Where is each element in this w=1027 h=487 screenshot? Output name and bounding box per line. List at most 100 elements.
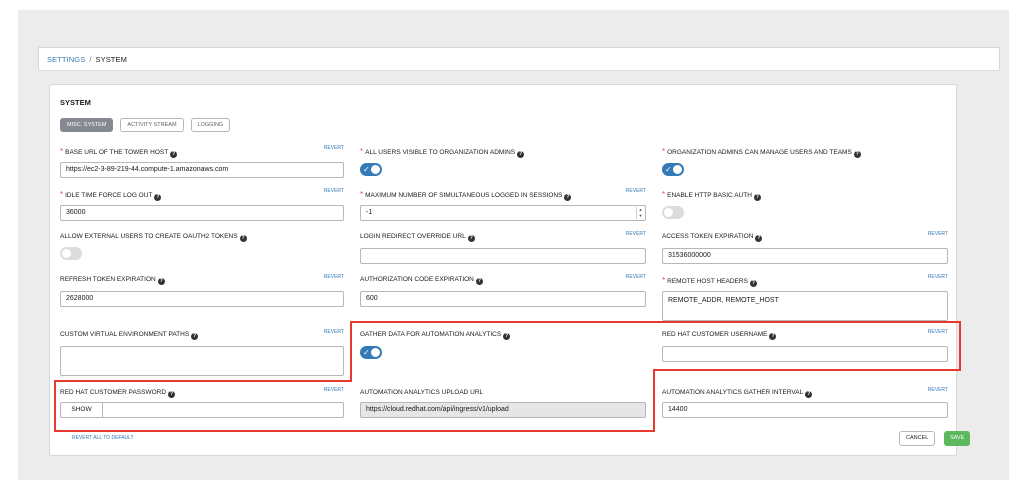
highlight-outline-top — [350, 321, 961, 371]
tab-misc-system[interactable]: MISC. SYSTEM — [60, 118, 114, 132]
field-base-url: * BASE URL OF THE TOWER HOST? REVERT http… — [60, 145, 344, 181]
field-max-sessions: * MAXIMUM NUMBER OF SIMULTANEOUS LOGGED I… — [360, 188, 646, 224]
field-login-redirect: LOGIN REDIRECT OVERRIDE URL? REVERT — [360, 231, 646, 267]
breadcrumb-separator: / — [89, 55, 92, 64]
field-refresh-token-exp: REFRESH TOKEN EXPIRATION? REVERT 2628000 — [60, 274, 344, 310]
field-label: REMOTE HOST HEADERS — [667, 278, 748, 285]
field-idle-logout: * IDLE TIME FORCE LOG OUT? REVERT 36000 — [60, 188, 344, 224]
max-sessions-input[interactable]: -1 ▲ ▼ — [360, 205, 646, 221]
save-button[interactable]: SAVE — [944, 431, 971, 446]
field-label: AUTHORIZATION CODE EXPIRATION — [360, 276, 474, 283]
highlight-outline-segment — [959, 321, 961, 371]
revert-link[interactable]: REVERT — [626, 231, 646, 237]
field-access-token-exp: ACCESS TOKEN EXPIRATION? REVERT 31536000… — [662, 231, 948, 267]
required-marker: * — [60, 147, 64, 156]
help-icon[interactable]: ? — [191, 333, 199, 340]
field-label: ORGANIZATION ADMINS CAN MANAGE USERS AND… — [667, 149, 852, 156]
org-admins-manage-toggle[interactable]: ✓ — [662, 163, 684, 176]
settings-tabs: MISC. SYSTEM ACTIVITY STREAM LOGGING — [60, 118, 231, 132]
field-remote-host-headers: * REMOTE HOST HEADERS? REVERT REMOTE_ADDR… — [662, 274, 948, 324]
field-label: ALL USERS VISIBLE TO ORGANIZATION ADMINS — [365, 149, 516, 156]
revert-link[interactable]: REVERT — [324, 274, 344, 280]
field-label: REFRESH TOKEN EXPIRATION — [60, 276, 156, 283]
field-upload-url: AUTOMATION ANALYTICS UPLOAD URL https://… — [360, 389, 646, 423]
stepper-icon[interactable]: ▲ ▼ — [636, 207, 644, 219]
field-label: ALLOW EXTERNAL USERS TO CREATE OAUTH2 TO… — [60, 233, 238, 240]
field-label: MAXIMUM NUMBER OF SIMULTANEOUS LOGGED IN… — [365, 192, 563, 199]
field-external-oauth: ALLOW EXTERNAL USERS TO CREATE OAUTH2 TO… — [60, 233, 344, 267]
breadcrumb-settings-link[interactable]: SETTINGS — [47, 55, 85, 64]
field-label: AUTOMATION ANALYTICS GATHER INTERVAL — [662, 389, 804, 396]
field-label: IDLE TIME FORCE LOG OUT — [65, 192, 153, 199]
check-icon: ✓ — [665, 165, 672, 174]
help-icon[interactable]: ? — [239, 235, 247, 242]
tab-logging[interactable]: LOGGING — [190, 118, 231, 132]
tab-activity-stream[interactable]: ACTIVITY STREAM — [120, 118, 184, 132]
help-icon[interactable]: ? — [753, 194, 761, 201]
auth-code-exp-input[interactable]: 600 — [360, 291, 646, 307]
revert-link[interactable]: REVERT — [928, 274, 948, 280]
revert-link[interactable]: REVERT — [324, 145, 344, 151]
revert-link[interactable]: REVERT — [626, 274, 646, 280]
field-gather-interval: AUTOMATION ANALYTICS GATHER INTERVAL? RE… — [662, 387, 948, 423]
field-label: LOGIN REDIRECT OVERRIDE URL — [360, 233, 466, 240]
help-icon[interactable]: ? — [475, 278, 483, 285]
help-icon[interactable]: ? — [749, 280, 757, 287]
login-redirect-input[interactable] — [360, 248, 646, 264]
card-title: SYSTEM — [60, 98, 91, 107]
highlight-outline-segment — [653, 369, 655, 432]
breadcrumb-current: SYSTEM — [95, 55, 127, 64]
required-marker: * — [662, 190, 666, 199]
breadcrumb-bar: SETTINGS / SYSTEM — [38, 47, 1000, 71]
revert-link[interactable]: REVERT — [324, 188, 344, 194]
gather-interval-input[interactable]: 14400 — [662, 402, 948, 418]
revert-link[interactable]: REVERT — [928, 231, 948, 237]
check-icon: ✓ — [363, 165, 370, 174]
help-icon[interactable]: ? — [157, 278, 165, 285]
highlight-outline-segment — [54, 430, 655, 432]
cancel-button[interactable]: CANCEL — [899, 431, 936, 446]
refresh-token-exp-input[interactable]: 2628000 — [60, 291, 344, 307]
required-marker: * — [60, 190, 64, 199]
field-all-users-visible: * ALL USERS VISIBLE TO ORGANIZATION ADMIN… — [360, 147, 640, 181]
required-marker: * — [360, 190, 364, 199]
field-label: ENABLE HTTP BASIC AUTH — [667, 192, 752, 199]
help-icon[interactable]: ? — [467, 235, 475, 242]
field-label: BASE URL OF THE TOWER HOST — [65, 149, 169, 156]
all-users-visible-toggle[interactable]: ✓ — [360, 163, 382, 176]
access-token-exp-input[interactable]: 31536000000 — [662, 248, 948, 264]
custom-venv-paths-textarea[interactable] — [60, 346, 344, 376]
field-custom-venv-paths: CUSTOM VIRTUAL ENVIRONMENT PATHS? REVERT — [60, 329, 344, 379]
help-icon[interactable]: ? — [564, 194, 572, 201]
help-icon[interactable]: ? — [154, 194, 162, 201]
revert-link[interactable]: REVERT — [324, 329, 344, 335]
help-icon[interactable]: ? — [853, 151, 861, 158]
field-label: AUTOMATION ANALYTICS UPLOAD URL — [360, 389, 484, 396]
help-icon[interactable]: ? — [805, 391, 813, 398]
field-org-admins-manage: * ORGANIZATION ADMINS CAN MANAGE USERS AN… — [662, 147, 946, 181]
revert-link[interactable]: REVERT — [626, 188, 646, 194]
required-marker: * — [360, 147, 364, 156]
idle-logout-input[interactable]: 36000 — [60, 205, 344, 221]
required-marker: * — [662, 147, 666, 156]
revert-link[interactable]: REVERT — [928, 387, 948, 393]
upload-url-input: https://cloud.redhat.com/api/ingress/v1/… — [360, 402, 646, 418]
field-label: CUSTOM VIRTUAL ENVIRONMENT PATHS — [60, 331, 190, 338]
highlight-outline-left — [54, 380, 350, 432]
highlight-outline-segment — [350, 321, 352, 382]
required-marker: * — [662, 276, 666, 285]
help-icon[interactable]: ? — [170, 151, 178, 158]
max-sessions-value: -1 — [366, 209, 373, 216]
revert-all-link[interactable]: REVERT ALL TO DEFAULT — [72, 435, 134, 441]
basic-auth-toggle[interactable] — [662, 206, 684, 219]
base-url-input[interactable]: https://ec2-3-89-219-44.compute-1.amazon… — [60, 162, 344, 178]
help-icon[interactable]: ? — [517, 151, 525, 158]
external-oauth-toggle[interactable] — [60, 247, 82, 260]
breadcrumb: SETTINGS / SYSTEM — [47, 55, 127, 64]
help-icon[interactable]: ? — [755, 235, 763, 242]
field-auth-code-exp: AUTHORIZATION CODE EXPIRATION? REVERT 60… — [360, 274, 646, 310]
highlight-outline-segment — [655, 369, 961, 371]
field-basic-auth: * ENABLE HTTP BASIC AUTH? — [662, 190, 946, 224]
field-label: ACCESS TOKEN EXPIRATION — [662, 233, 754, 240]
remote-host-headers-textarea[interactable]: REMOTE_ADDR, REMOTE_HOST — [662, 291, 948, 321]
